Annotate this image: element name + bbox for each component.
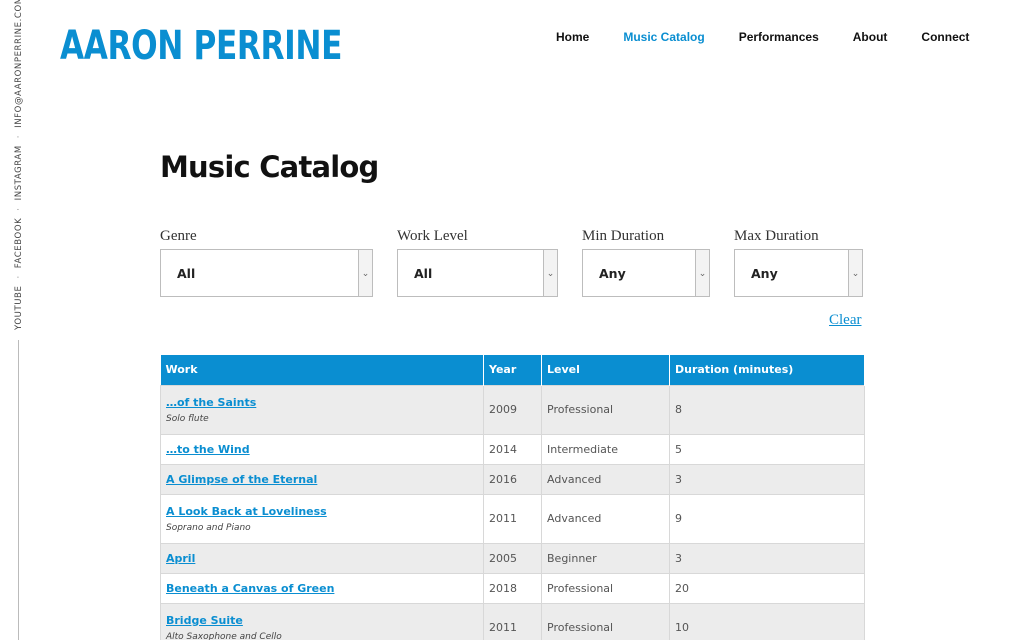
duration-cell: 10 — [669, 602, 865, 640]
year-cell: 2018 — [483, 572, 542, 604]
work-cell: Beneath a Canvas of Green — [160, 572, 484, 604]
year-cell: 2011 — [483, 602, 542, 640]
genre-label: Genre — [160, 228, 197, 244]
work-instrumentation: Solo flute — [166, 413, 209, 424]
facebook-link[interactable]: FACEBOOK — [14, 218, 24, 269]
table-row: Beneath a Canvas of Green 2018 Professio… — [160, 572, 865, 604]
min-duration-value: Any — [599, 266, 626, 281]
work-cell: …to the Wind — [160, 433, 484, 465]
max-duration-value: Any — [751, 266, 778, 281]
duration-cell: 5 — [669, 433, 865, 465]
min-duration-select[interactable]: Any ⌄ — [582, 249, 710, 297]
separator: · — [14, 275, 24, 279]
min-duration-label: Min Duration — [582, 228, 665, 244]
clear-filters-link[interactable]: Clear — [829, 312, 861, 329]
work-cell: A Look Back at Loveliness Soprano and Pi… — [160, 493, 484, 544]
work-cell: Bridge Suite Alto Saxophone and Cello — [160, 602, 484, 640]
nav-home[interactable]: Home — [556, 30, 589, 44]
duration-cell: 9 — [669, 493, 865, 544]
level-cell: Professional — [541, 384, 670, 435]
genre-filter: Genre All ⌄ — [160, 228, 373, 297]
youtube-link[interactable]: YOUTUBE — [14, 286, 24, 330]
site-logo[interactable]: AARON PERRINE — [60, 26, 342, 66]
level-cell: Advanced — [541, 493, 670, 544]
work-level-value: All — [414, 266, 433, 281]
duration-cell: 8 — [669, 384, 865, 435]
work-instrumentation: Alto Saxophone and Cello — [166, 631, 282, 640]
duration-cell: 3 — [669, 542, 865, 574]
level-cell: Professional — [541, 602, 670, 640]
year-cell: 2014 — [483, 433, 542, 465]
work-cell: April — [160, 542, 484, 574]
work-cell: A Glimpse of the Eternal — [160, 463, 484, 495]
instagram-link[interactable]: INSTAGRAM — [14, 145, 24, 200]
work-link[interactable]: Beneath a Canvas of Green — [166, 582, 478, 595]
catalog-table: Work Year Level Duration (minutes) …of t… — [160, 355, 865, 640]
table-row: A Look Back at Loveliness Soprano and Pi… — [160, 493, 865, 544]
rail-divider — [18, 340, 19, 640]
work-level-label: Work Level — [397, 228, 468, 244]
min-duration-filter: Min Duration Any ⌄ — [582, 228, 710, 297]
email-link[interactable]: INFO@AARONPERRINE.COM — [14, 0, 24, 128]
genre-value: All — [177, 266, 196, 281]
work-link[interactable]: A Look Back at Loveliness — [166, 505, 478, 518]
year-cell: 2005 — [483, 542, 542, 574]
nav-about[interactable]: About — [853, 30, 888, 44]
column-header-level[interactable]: Level — [541, 355, 670, 385]
work-link[interactable]: A Glimpse of the Eternal — [166, 473, 478, 486]
column-header-duration[interactable]: Duration (minutes) — [669, 355, 865, 385]
page-title: Music Catalog — [160, 150, 379, 184]
work-link[interactable]: …of the Saints — [166, 396, 478, 409]
separator: · — [14, 207, 24, 211]
column-header-year[interactable]: Year — [483, 355, 542, 385]
level-cell: Professional — [541, 572, 670, 604]
level-cell: Advanced — [541, 463, 670, 495]
work-instrumentation: Soprano and Piano — [166, 522, 251, 533]
duration-cell: 3 — [669, 463, 865, 495]
year-cell: 2011 — [483, 493, 542, 544]
work-level-select[interactable]: All ⌄ — [397, 249, 558, 297]
chevron-down-icon: ⌄ — [848, 250, 862, 296]
work-level-filter: Work Level All ⌄ — [397, 228, 558, 297]
chevron-down-icon: ⌄ — [695, 250, 709, 296]
table-row: April 2005 Beginner 3 — [160, 542, 865, 574]
level-cell: Beginner — [541, 542, 670, 574]
level-cell: Intermediate — [541, 433, 670, 465]
year-cell: 2016 — [483, 463, 542, 495]
table-row: Bridge Suite Alto Saxophone and Cello 20… — [160, 602, 865, 640]
nav-performances[interactable]: Performances — [739, 30, 819, 44]
nav-connect[interactable]: Connect — [921, 30, 969, 44]
work-cell: …of the Saints Solo flute — [160, 384, 484, 435]
chevron-down-icon: ⌄ — [543, 250, 557, 296]
nav-music-catalog[interactable]: Music Catalog — [623, 30, 704, 44]
table-row: A Glimpse of the Eternal 2016 Advanced 3 — [160, 463, 865, 495]
social-links: YOUTUBE · FACEBOOK · INSTAGRAM · INFO@AA… — [10, 0, 26, 330]
duration-cell: 20 — [669, 572, 865, 604]
table-row: …to the Wind 2014 Intermediate 5 — [160, 433, 865, 465]
table-header-row: Work Year Level Duration (minutes) — [160, 355, 865, 385]
main-nav: Home Music Catalog Performances About Co… — [556, 30, 1003, 44]
chevron-down-icon: ⌄ — [358, 250, 372, 296]
genre-select[interactable]: All ⌄ — [160, 249, 373, 297]
max-duration-filter: Max Duration Any ⌄ — [734, 228, 863, 297]
work-link[interactable]: …to the Wind — [166, 443, 478, 456]
year-cell: 2009 — [483, 384, 542, 435]
max-duration-label: Max Duration — [734, 228, 819, 244]
max-duration-select[interactable]: Any ⌄ — [734, 249, 863, 297]
separator: · — [14, 134, 24, 139]
column-header-work[interactable]: Work — [160, 355, 484, 385]
table-row: …of the Saints Solo flute 2009 Professio… — [160, 384, 865, 435]
work-link[interactable]: Bridge Suite — [166, 614, 478, 627]
work-link[interactable]: April — [166, 552, 478, 565]
